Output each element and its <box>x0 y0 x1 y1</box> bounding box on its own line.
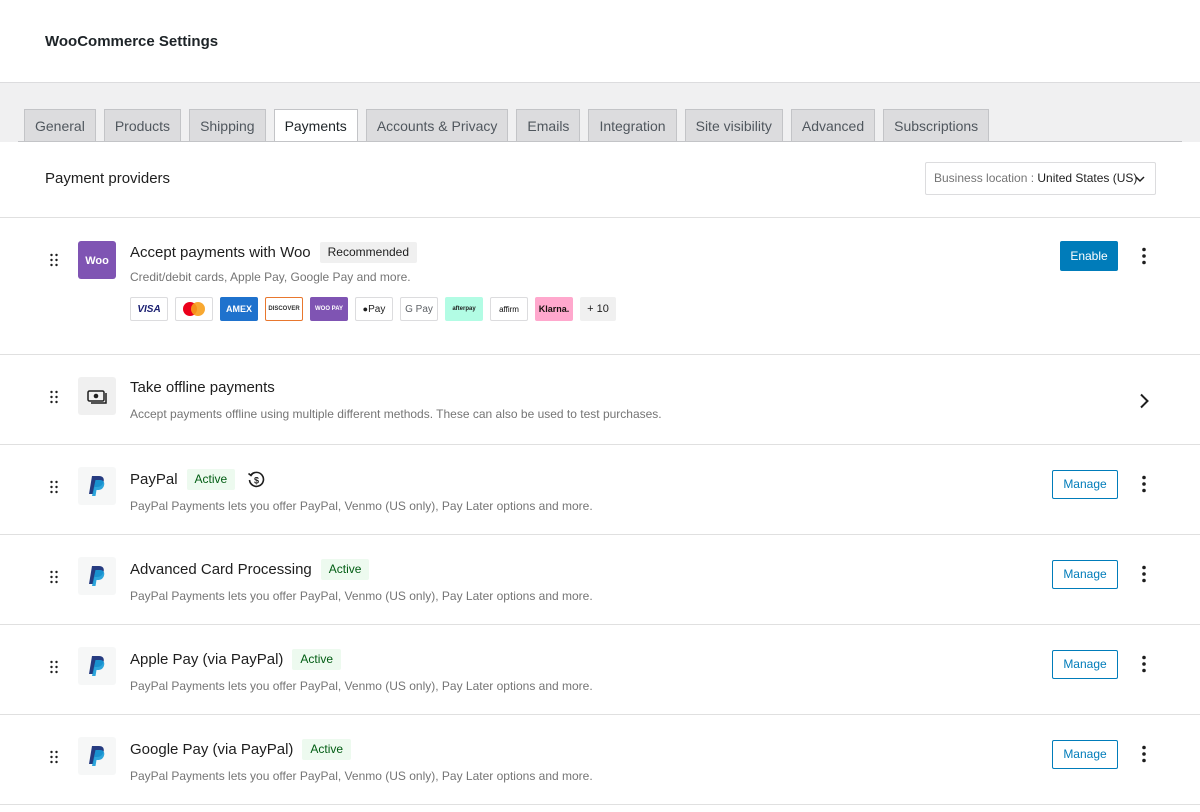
payment-providers-panel: Payment providers Business location : Un… <box>0 142 1200 812</box>
tab-subscriptions[interactable]: Subscriptions <box>883 109 990 142</box>
drag-handle-icon[interactable] <box>49 480 59 494</box>
provider-title: Take offline payments <box>130 379 275 396</box>
tab-products[interactable]: Products <box>103 109 182 142</box>
provider-title: PayPal <box>130 471 178 488</box>
active-badge: Active <box>320 559 370 580</box>
chevron-down-icon <box>1135 176 1145 183</box>
recurring-payments-icon: $ <box>248 471 265 487</box>
settings-tabs: General Products Shipping Payments Accou… <box>24 109 997 143</box>
manage-button[interactable]: Manage <box>1052 470 1118 499</box>
svg-text:Woo: Woo <box>85 255 109 267</box>
business-location-select[interactable]: Business location : United States (US) <box>925 162 1156 195</box>
tab-shipping[interactable]: Shipping <box>189 109 266 142</box>
tab-accounts-privacy[interactable]: Accounts & Privacy <box>365 109 509 142</box>
panel-header: Payment providers Business location : Un… <box>0 142 1200 218</box>
recommended-badge: Recommended <box>319 242 418 263</box>
apple-pay-row: Apple Pay (via PayPal) Active PayPal Pay… <box>0 625 1200 715</box>
active-badge: Active <box>302 739 352 760</box>
more-options-icon[interactable] <box>1138 655 1150 673</box>
advanced-card-title-line: Advanced Card Processing Active <box>130 559 370 580</box>
apple-pay-label: Pay <box>368 303 386 315</box>
tab-site-visibility[interactable]: Site visibility <box>684 109 783 142</box>
discover-icon: DISCOVER <box>265 297 303 321</box>
top-bar: WooCommerce Settings <box>0 0 1200 83</box>
provider-description: PayPal Payments lets you offer PayPal, V… <box>130 679 593 693</box>
woopay-icon: WOO PAY <box>310 297 348 321</box>
provider-description: Accept payments offline using multiple d… <box>130 407 662 421</box>
location-value: United States (US) <box>1037 171 1138 185</box>
apple-pay-title-line: Apple Pay (via PayPal) Active <box>130 649 342 670</box>
drag-handle-icon[interactable] <box>49 390 59 404</box>
klarna-icon: Klarna. <box>535 297 573 321</box>
panel-title: Payment providers <box>45 170 171 187</box>
affirm-icon: affirm <box>490 297 528 321</box>
offline-title-line: Take offline payments <box>130 379 275 396</box>
tab-integration[interactable]: Integration <box>588 109 677 142</box>
more-methods-badge: + 10 <box>580 297 616 321</box>
chevron-right-icon[interactable] <box>1137 393 1151 409</box>
provider-title: Apple Pay (via PayPal) <box>130 651 284 668</box>
more-options-icon[interactable] <box>1138 745 1150 763</box>
tab-advanced[interactable]: Advanced <box>790 109 876 142</box>
tab-payments[interactable]: Payments <box>273 109 358 143</box>
paypal-title-line: PayPal Active $ <box>130 469 265 490</box>
drag-handle-icon[interactable] <box>49 253 59 267</box>
paypal-row: PayPal Active $ PayPal Payments lets you… <box>0 445 1200 535</box>
provider-title: Accept payments with Woo <box>130 244 311 261</box>
svg-text:$: $ <box>254 475 259 485</box>
woo-title-line: Accept payments with Woo Recommended <box>130 242 418 263</box>
tab-general[interactable]: General <box>24 109 96 142</box>
tab-emails[interactable]: Emails <box>516 109 581 142</box>
manage-button[interactable]: Manage <box>1052 560 1118 589</box>
drag-handle-icon[interactable] <box>49 660 59 674</box>
provider-description: Credit/debit cards, Apple Pay, Google Pa… <box>130 270 411 284</box>
google-pay-icon: G Pay <box>400 297 438 321</box>
google-pay-title-line: Google Pay (via PayPal) Active <box>130 739 352 760</box>
woo-logo-icon: Woo <box>78 241 116 279</box>
provider-description: PayPal Payments lets you offer PayPal, V… <box>130 499 593 513</box>
amex-icon: AMEX <box>220 297 258 321</box>
advanced-card-processing-row: Advanced Card Processing Active PayPal P… <box>0 535 1200 625</box>
manage-button[interactable]: Manage <box>1052 740 1118 769</box>
drag-handle-icon[interactable] <box>49 750 59 764</box>
active-badge: Active <box>186 469 236 490</box>
cash-icon <box>78 377 116 415</box>
page-title: WooCommerce Settings <box>45 33 219 50</box>
more-options-icon[interactable] <box>1138 475 1150 493</box>
paypal-logo-icon <box>78 467 116 505</box>
provider-description: PayPal Payments lets you offer PayPal, V… <box>130 589 593 603</box>
apple-pay-icon: ● Pay <box>355 297 393 321</box>
google-pay-row: Google Pay (via PayPal) Active PayPal Pa… <box>0 715 1200 805</box>
enable-button[interactable]: Enable <box>1060 241 1118 271</box>
woo-payments-row: Woo Accept payments with Woo Recommended… <box>0 218 1200 355</box>
more-options-icon[interactable] <box>1138 247 1150 265</box>
mastercard-icon <box>175 297 213 321</box>
drag-handle-icon[interactable] <box>49 570 59 584</box>
paypal-logo-icon <box>78 557 116 595</box>
provider-description: PayPal Payments lets you offer PayPal, V… <box>130 769 593 783</box>
offline-payments-row[interactable]: Take offline payments Accept payments of… <box>0 355 1200 445</box>
manage-button[interactable]: Manage <box>1052 650 1118 679</box>
location-label: Business location : <box>934 171 1038 185</box>
provider-title: Google Pay (via PayPal) <box>130 741 294 758</box>
afterpay-icon: afterpay <box>445 297 483 321</box>
provider-title: Advanced Card Processing <box>130 561 312 578</box>
paypal-logo-icon <box>78 647 116 685</box>
visa-icon: VISA <box>130 297 168 321</box>
paypal-logo-icon <box>78 737 116 775</box>
active-badge: Active <box>292 649 342 670</box>
more-options-icon[interactable] <box>1138 565 1150 583</box>
payment-methods-list: VISA AMEX DISCOVER WOO PAY ● Pay G Pay af… <box>130 297 623 321</box>
